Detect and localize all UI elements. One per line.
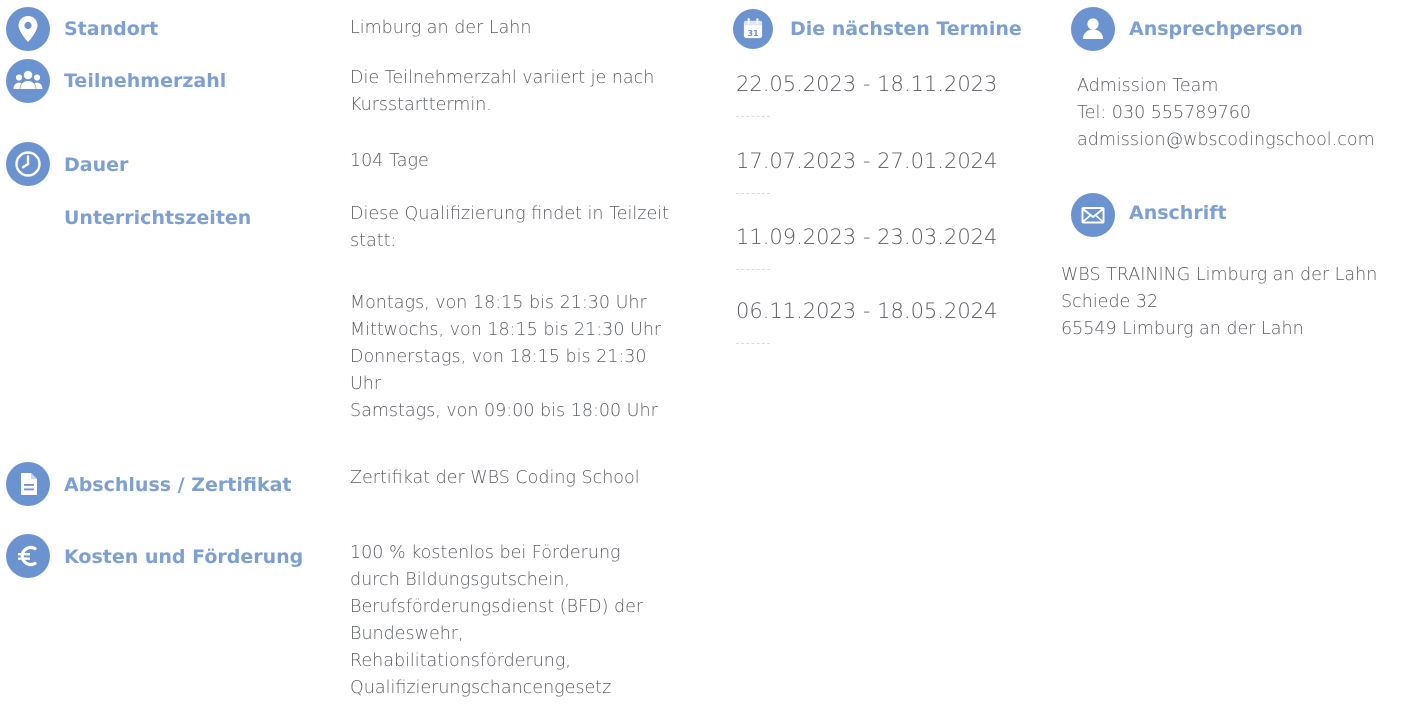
ansprechperson-details: Admission Team Tel: 030 555789760 admiss…: [1077, 73, 1375, 154]
standort-value: Limburg an der Lahn: [350, 18, 532, 38]
termine-title: Die nächsten Termine: [790, 18, 1022, 40]
people-icon: [6, 59, 50, 103]
termin-divider: [736, 193, 770, 194]
schedule-line: Uhr: [350, 374, 382, 394]
termin-date[interactable]: 22.05.2023 - 18.11.2023: [736, 70, 997, 98]
schedule-line: Donnerstags, von 18:15 bis 21:30: [350, 347, 647, 367]
kosten-line: Berufsförderungsdienst (BFD) der: [350, 597, 644, 617]
unterrichtszeiten-label: Unterrichtszeiten: [64, 207, 252, 229]
anschrift-details: WBS TRAINING Limburg an der Lahn Schiede…: [1061, 262, 1377, 343]
teilnehmerzahl-line: Kursstarttermin.: [350, 95, 492, 115]
teilnehmerzahl-value: Die Teilnehmerzahl variiert je nach Kurs…: [350, 65, 654, 119]
address-line: WBS TRAINING Limburg an der Lahn: [1061, 265, 1378, 285]
unterrichtszeiten-intro-line: statt:: [350, 231, 397, 251]
abschluss-label: Abschluss / Zertifikat: [64, 474, 292, 496]
termin-date[interactable]: 17.07.2023 - 27.01.2024: [736, 147, 997, 175]
unterrichtszeiten-schedule: Montags, von 18:15 bis 21:30 Uhr Mittwoc…: [350, 290, 661, 425]
kosten-line: Bundeswehr,: [350, 624, 464, 644]
kosten-line: Qualifizierungschancengesetz: [350, 678, 612, 698]
termin-date[interactable]: 06.11.2023 - 18.05.2024: [736, 297, 997, 325]
schedule-line: Samstags, von 09:00 bis 18:00 Uhr: [350, 401, 658, 421]
contact-name: Admission Team: [1077, 76, 1219, 96]
standort-label: Standort: [64, 18, 159, 40]
person-icon: [1071, 7, 1115, 51]
map-pin-icon: [6, 7, 50, 51]
schedule-line: Mittwochs, von 18:15 bis 21:30 Uhr: [350, 320, 662, 340]
contact-email[interactable]: admission@wbscodingschool.com: [1077, 127, 1375, 154]
contact-phone[interactable]: Tel: 030 555789760: [1077, 100, 1375, 127]
kosten-value: 100 % kostenlos bei Förderung durch Bild…: [350, 540, 643, 702]
envelope-icon: [1071, 193, 1115, 237]
dauer-label: Dauer: [64, 154, 129, 176]
anschrift-title: Anschrift: [1129, 202, 1227, 224]
calendar-icon: 31: [733, 9, 773, 49]
calendar-day: 31: [747, 28, 759, 38]
unterrichtszeiten-value: Diese Qualifizierung findet in Teilzeit …: [350, 201, 669, 255]
ansprechperson-title: Ansprechperson: [1129, 18, 1303, 40]
kosten-line: Rehabilitationsförderung,: [350, 651, 571, 671]
clock-icon: [6, 142, 50, 186]
termin-divider: [736, 116, 770, 117]
termin-divider: [736, 269, 770, 270]
unterrichtszeiten-intro-line: Diese Qualifizierung findet in Teilzeit: [350, 204, 669, 224]
kosten-line: 100 % kostenlos bei Förderung: [350, 543, 621, 563]
teilnehmerzahl-line: Die Teilnehmerzahl variiert je nach: [350, 68, 655, 88]
kosten-line: durch Bildungsgutschein,: [350, 570, 570, 590]
address-line: Schiede 32: [1061, 292, 1159, 312]
kosten-label: Kosten und Förderung: [64, 546, 304, 568]
euro-icon: [6, 534, 50, 578]
document-icon: [6, 462, 50, 506]
termin-divider: [736, 343, 770, 344]
abschluss-value: Zertifikat der WBS Coding School: [350, 468, 640, 488]
teilnehmerzahl-label: Teilnehmerzahl: [64, 70, 227, 92]
dauer-value: 104 Tage: [350, 151, 429, 171]
termin-date[interactable]: 11.09.2023 - 23.03.2024: [736, 223, 997, 251]
schedule-line: Montags, von 18:15 bis 21:30 Uhr: [350, 293, 647, 313]
address-line: 65549 Limburg an der Lahn: [1061, 319, 1304, 339]
